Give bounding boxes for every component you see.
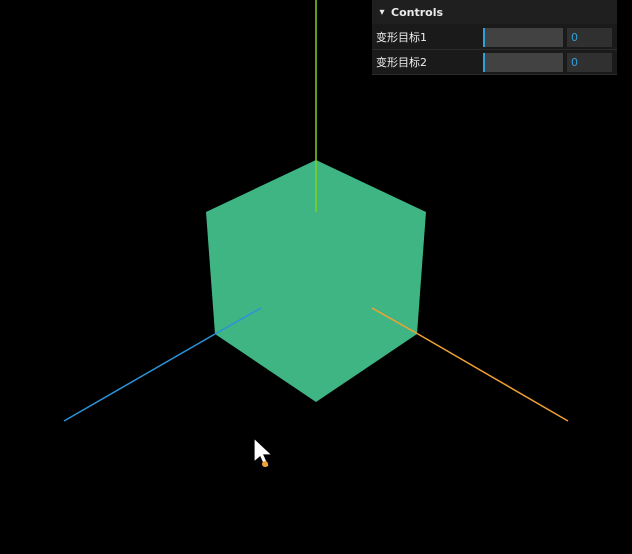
chevron-down-icon: ▾ [379,6,385,18]
controls-title: Controls [391,5,444,19]
control-row-morph-2: 变形目标2 0 [372,50,617,75]
control-label: 变形目标1 [376,31,427,44]
slider-fill [483,52,485,72]
morph-target-2-value-input[interactable]: 0 [567,52,612,72]
controls-title-bar[interactable]: ▾ Controls [372,0,617,25]
morph-target-1-slider[interactable] [483,27,563,47]
slider-fill [483,27,485,47]
morph-target-2-slider[interactable] [483,52,563,72]
controls-panel: ▾ Controls 变形目标1 0 变形目标2 0 [372,0,617,75]
3d-viewport[interactable] [0,0,632,554]
mouse-pointer-icon [253,436,274,469]
control-row-morph-1: 变形目标1 0 [372,25,617,50]
control-label: 变形目标2 [376,56,427,69]
morph-target-1-value-input[interactable]: 0 [567,27,612,47]
